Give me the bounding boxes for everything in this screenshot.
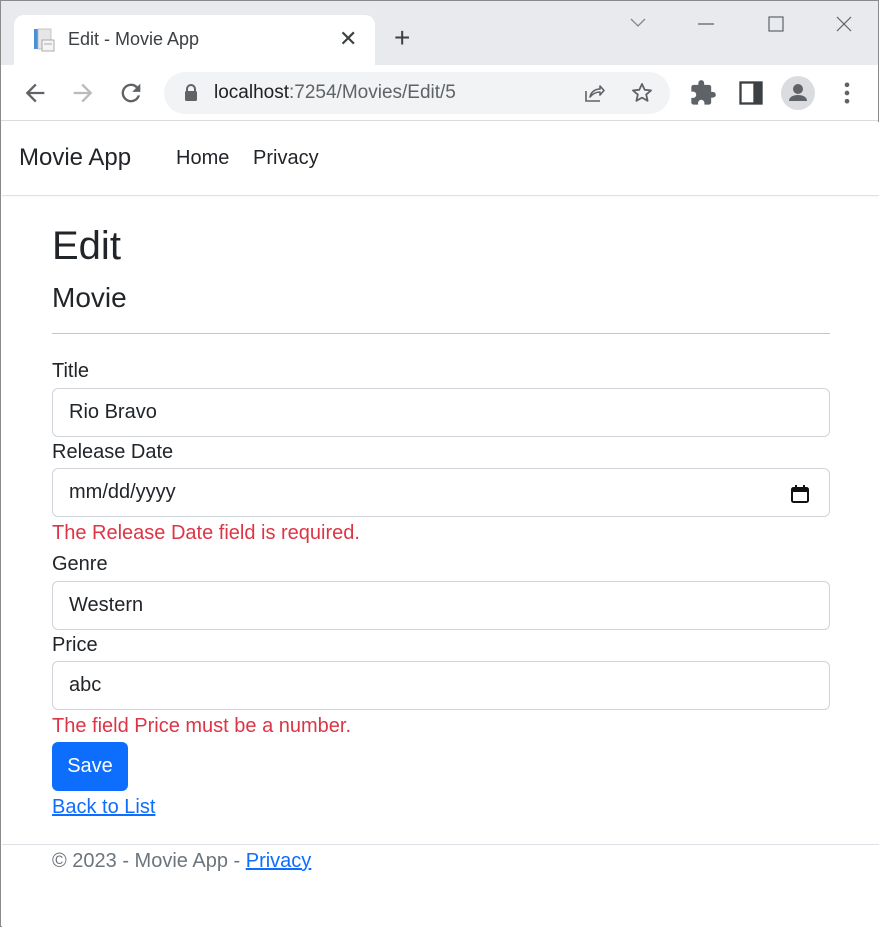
divider (52, 333, 830, 334)
document-icon (34, 28, 55, 52)
release-date-label: Release Date (52, 441, 174, 463)
page-title: Edit (52, 224, 121, 268)
title-value: Rio Bravo (69, 401, 157, 423)
browser-window: Edit - Movie App ✕ + localhost:7254/Movi… (0, 0, 879, 927)
back-to-list-link[interactable]: Back to List (52, 796, 155, 819)
site-navbar: Movie App Home Privacy (2, 122, 879, 196)
price-label: Price (52, 634, 98, 656)
tab-strip: Edit - Movie App ✕ + (1, 1, 878, 66)
web-page: Movie App Home Privacy Edit Movie Title … (2, 122, 879, 927)
release-date-input[interactable]: mm/dd/yyyy (52, 468, 830, 517)
puzzle-icon[interactable] (689, 79, 717, 107)
new-tab-button[interactable]: + (394, 23, 410, 53)
lock-icon[interactable] (184, 84, 198, 102)
genre-input[interactable]: Western (52, 581, 830, 630)
url-host: localhost (214, 82, 289, 103)
nav-link-privacy[interactable]: Privacy (253, 147, 319, 170)
browser-toolbar: localhost:7254/Movies/Edit/5 (1, 65, 878, 121)
profile-button[interactable] (781, 76, 815, 110)
url-text[interactable]: localhost:7254/Movies/Edit/5 (214, 82, 456, 104)
browser-tab[interactable]: Edit - Movie App ✕ (14, 15, 375, 66)
genre-value: Western (69, 594, 144, 616)
window-close-icon[interactable] (836, 16, 852, 32)
profile-icon (789, 84, 807, 101)
nav-link-home[interactable]: Home (176, 147, 229, 170)
side-panel-icon[interactable] (737, 79, 765, 107)
arrow-right-icon[interactable] (69, 79, 97, 107)
genre-label: Genre (52, 553, 108, 575)
close-icon[interactable]: ✕ (339, 27, 357, 51)
minimize-icon[interactable] (698, 23, 716, 25)
reload-icon[interactable] (117, 79, 145, 107)
price-error: The field Price must be a number. (52, 715, 352, 737)
maximize-icon[interactable] (768, 16, 784, 32)
address-bar[interactable]: localhost:7254/Movies/Edit/5 (164, 72, 670, 114)
price-value: abc (69, 674, 102, 696)
release-date-error: The Release Date field is required. (52, 522, 360, 544)
arrow-left-icon[interactable] (21, 79, 49, 107)
brand-link[interactable]: Movie App (19, 144, 131, 172)
title-input[interactable]: Rio Bravo (52, 388, 830, 437)
footer-privacy-link[interactable]: Privacy (246, 850, 312, 872)
copyright-text: © 2023 - Movie App - (52, 850, 246, 872)
title-label: Title (52, 360, 90, 382)
star-icon[interactable] (630, 81, 654, 105)
url-path: :7254/Movies/Edit/5 (289, 82, 456, 103)
site-footer: © 2023 - Movie App - Privacy (2, 844, 879, 872)
footer-text: © 2023 - Movie App - Privacy (52, 850, 311, 873)
kebab-menu-icon[interactable] (833, 79, 861, 107)
calendar-icon[interactable] (790, 484, 810, 504)
tab-search-chevron-icon[interactable] (629, 17, 647, 29)
save-button[interactable]: Save (52, 742, 128, 791)
release-date-placeholder: mm/dd/yyyy (69, 481, 176, 503)
share-icon[interactable] (582, 81, 606, 105)
tab-title: Edit - Movie App (68, 29, 200, 49)
page-subtitle: Movie (52, 282, 127, 313)
price-input[interactable]: abc (52, 661, 830, 710)
